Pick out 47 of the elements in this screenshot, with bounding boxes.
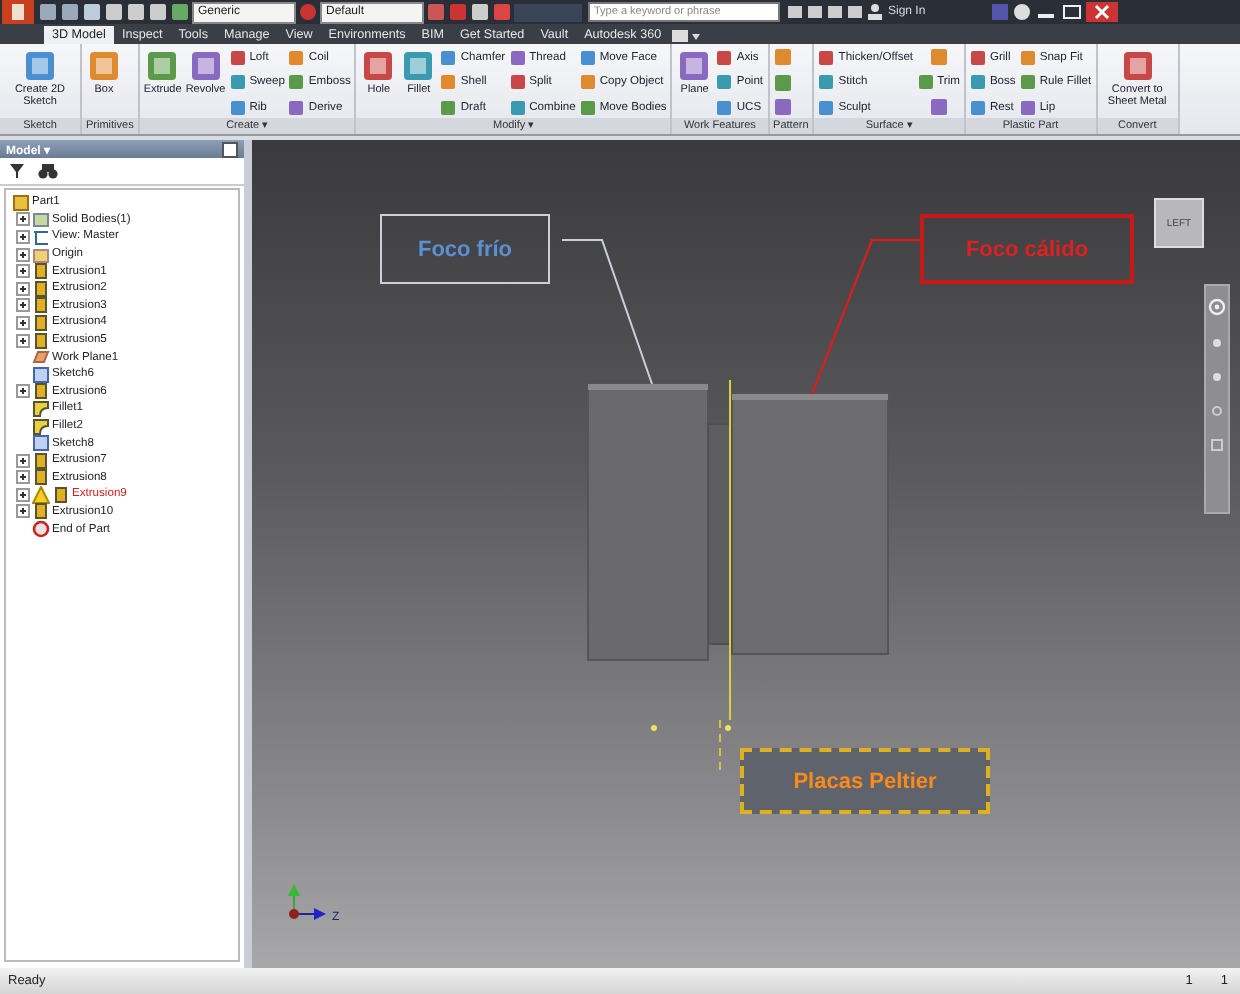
sketch-point[interactable] bbox=[725, 725, 731, 731]
sketch-icon bbox=[32, 434, 50, 453]
callout-label: Foco cálido bbox=[920, 214, 1134, 284]
steering-wheel-icon[interactable] bbox=[1208, 298, 1226, 316]
tool-icon bbox=[400, 48, 437, 84]
callout-label: Foco frío bbox=[380, 214, 550, 284]
expand-icon[interactable] bbox=[16, 298, 30, 313]
folder-icon bbox=[32, 245, 50, 264]
view-icon bbox=[32, 227, 50, 246]
sketch-point[interactable] bbox=[651, 725, 657, 731]
expand-icon[interactable] bbox=[16, 504, 30, 519]
stop-icon bbox=[32, 520, 50, 539]
tool-icon bbox=[86, 48, 122, 84]
app-logo-icon[interactable] bbox=[0, 0, 36, 24]
appearance-icon[interactable] bbox=[298, 2, 318, 22]
tab-menu-icon[interactable] bbox=[669, 28, 702, 44]
user-icon[interactable] bbox=[866, 2, 884, 22]
expand-icon[interactable] bbox=[16, 384, 30, 399]
help-icon[interactable] bbox=[1011, 2, 1032, 22]
extrusion-icon bbox=[32, 382, 50, 401]
expand-icon[interactable] bbox=[16, 264, 30, 279]
sketch-line[interactable] bbox=[719, 379, 731, 771]
solid-bodies-icon bbox=[32, 210, 50, 229]
maximize-icon[interactable] bbox=[1059, 2, 1084, 22]
panel-menu-icon[interactable] bbox=[222, 141, 238, 157]
sketch-icon bbox=[32, 365, 50, 384]
part-icon bbox=[12, 193, 30, 212]
expand-icon[interactable] bbox=[16, 487, 30, 502]
expand-icon[interactable] bbox=[16, 470, 30, 485]
expand-icon[interactable] bbox=[16, 212, 30, 227]
tool-icon bbox=[22, 48, 58, 84]
expand-icon[interactable] bbox=[16, 333, 30, 348]
expand-icon[interactable] bbox=[16, 315, 30, 330]
tool-icon bbox=[676, 48, 713, 84]
expand-icon[interactable] bbox=[16, 229, 30, 244]
expand-icon[interactable] bbox=[16, 247, 30, 262]
work-plane-icon bbox=[32, 348, 50, 367]
tool-icon bbox=[1119, 48, 1156, 84]
close-icon[interactable] bbox=[1085, 2, 1118, 22]
expand-icon[interactable] bbox=[16, 453, 30, 468]
tool-icon bbox=[360, 48, 397, 84]
callout-label: Placas Peltier bbox=[740, 748, 990, 814]
tool-icon bbox=[144, 48, 181, 84]
tool-icon bbox=[187, 48, 224, 84]
expand-icon[interactable] bbox=[16, 281, 30, 296]
binoculars-icon[interactable] bbox=[38, 162, 58, 180]
filter-icon[interactable] bbox=[8, 162, 26, 180]
